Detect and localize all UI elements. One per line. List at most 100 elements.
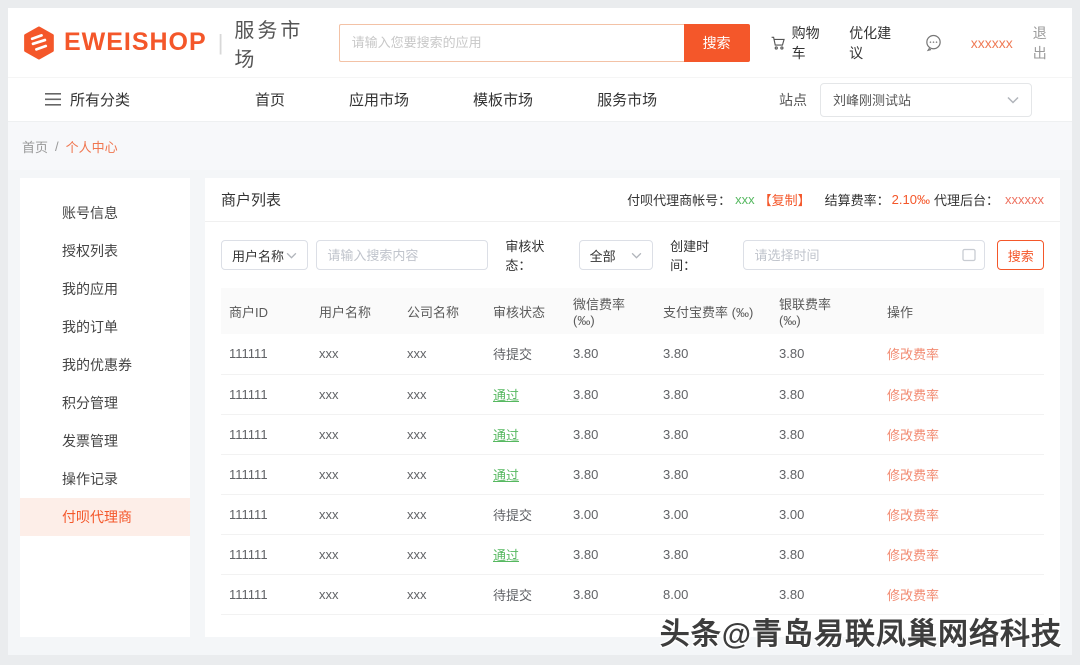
sidebar-item-2[interactable]: 我的应用 (20, 270, 190, 308)
nav-item-3[interactable]: 服务市场 (597, 89, 657, 110)
agent-backend-label: 代理后台： (934, 190, 999, 209)
search-field-value: 用户名称 (232, 246, 284, 265)
username-link[interactable]: xxxxxx (971, 35, 1013, 51)
cart-icon (770, 34, 786, 52)
logout-link[interactable]: 退出 (1033, 23, 1058, 63)
logo-divider: | (218, 30, 224, 56)
status-badge[interactable]: 通过 (493, 428, 519, 443)
site-select[interactable]: 刘峰刚测试站 (820, 83, 1032, 117)
company-name-cell: xxx (399, 574, 485, 614)
column-header-7: 操作 (879, 288, 1044, 334)
optimize-suggestion-link[interactable]: 优化建议 (849, 23, 900, 63)
company-name-cell: xxx (399, 494, 485, 534)
user-name-cell: xxx (311, 334, 399, 374)
status-badge: 待提交 (493, 588, 532, 603)
logo-text: EWEISHOP (64, 28, 207, 57)
app-search-input[interactable] (339, 24, 684, 62)
status-cell: 通过 (485, 534, 565, 574)
hamburger-icon (45, 93, 61, 106)
keyword-input[interactable] (316, 240, 488, 270)
modify-rate-link[interactable]: 修改费率 (887, 588, 939, 603)
chevron-down-icon (1007, 96, 1019, 104)
company-name-cell: xxx (399, 334, 485, 374)
sidebar-item-8[interactable]: 付呗代理商 (20, 498, 190, 536)
cart-label: 购物车 (792, 23, 830, 63)
alipay-rate-cell: 3.80 (655, 374, 771, 414)
sidebar-item-6[interactable]: 发票管理 (20, 422, 190, 460)
chevron-down-icon (286, 252, 297, 259)
table-row: 111111xxxxxx待提交3.803.803.80修改费率 (221, 334, 1044, 374)
status-badge[interactable]: 通过 (493, 388, 519, 403)
page: EWEISHOP | 服务市场 搜索 购物车 优化建议 (8, 8, 1072, 655)
modify-rate-link[interactable]: 修改费率 (887, 347, 939, 362)
logo[interactable]: EWEISHOP | 服务市场 (22, 14, 317, 72)
agent-account-value: xxx (735, 192, 755, 207)
sidebar-item-3[interactable]: 我的订单 (20, 308, 190, 346)
date-picker-input[interactable] (743, 240, 985, 270)
copy-button[interactable]: 【复制】 (759, 190, 811, 209)
sidebar-item-0[interactable]: 账号信息 (20, 194, 190, 232)
agent-info: 付呗代理商帐号： xxx 【复制】 结算费率： 2.10‰ 代理后台： xxxx… (627, 190, 1044, 209)
nav-item-0[interactable]: 首页 (255, 89, 285, 110)
modify-rate-link[interactable]: 修改费率 (887, 388, 939, 403)
unionpay-rate-cell: 3.80 (771, 374, 879, 414)
optimize-label: 优化建议 (849, 23, 900, 63)
breadcrumb: 首页 / 个人中心 (8, 122, 1072, 170)
modify-rate-link[interactable]: 修改费率 (887, 428, 939, 443)
user-name-cell: xxx (311, 454, 399, 494)
merchant-id-cell: 111111 (221, 414, 311, 454)
modify-rate-link[interactable]: 修改费率 (887, 468, 939, 483)
merchant-id-cell: 111111 (221, 494, 311, 534)
sidebar-item-7[interactable]: 操作记录 (20, 460, 190, 498)
alipay-rate-cell: 3.80 (655, 454, 771, 494)
action-cell: 修改费率 (879, 534, 1044, 574)
alipay-rate-cell: 8.00 (655, 574, 771, 614)
sidebar-item-5[interactable]: 积分管理 (20, 384, 190, 422)
nav-right: 站点 刘峰刚测试站 (779, 83, 1032, 117)
status-cell: 待提交 (485, 334, 565, 374)
merchant-table: 商户ID用户名称公司名称审核状态微信费率 (‰)支付宝费率 (‰)银联费率 (‰… (221, 288, 1044, 615)
column-header-1: 用户名称 (311, 288, 399, 334)
unionpay-rate-cell: 3.80 (771, 414, 879, 454)
table-body: 111111xxxxxx待提交3.803.803.80修改费率111111xxx… (221, 334, 1044, 614)
nav-item-1[interactable]: 应用市场 (349, 89, 409, 110)
unionpay-rate-cell: 3.80 (771, 334, 879, 374)
alipay-rate-cell: 3.00 (655, 494, 771, 534)
nav-bar: 所有分类 首页 应用市场 模板市场 服务市场 站点 刘峰刚测试站 (8, 78, 1072, 122)
modify-rate-link[interactable]: 修改费率 (887, 548, 939, 563)
action-cell: 修改费率 (879, 374, 1044, 414)
alipay-rate-cell: 3.80 (655, 534, 771, 574)
modify-rate-link[interactable]: 修改费率 (887, 508, 939, 523)
status-select[interactable]: 全部 (579, 240, 653, 270)
wechat-rate-cell: 3.80 (565, 334, 655, 374)
sidebar-item-4[interactable]: 我的优惠券 (20, 346, 190, 384)
filter-search-button[interactable]: 搜索 (997, 240, 1044, 270)
sidebar-item-1[interactable]: 授权列表 (20, 232, 190, 270)
all-categories-button[interactable]: 所有分类 (45, 89, 130, 110)
breadcrumb-current: 个人中心 (66, 137, 118, 156)
status-badge[interactable]: 通过 (493, 548, 519, 563)
agent-account-label: 付呗代理商帐号： (627, 190, 731, 209)
wechat-rate-cell: 3.80 (565, 574, 655, 614)
cart-link[interactable]: 购物车 (770, 23, 830, 63)
panel-title: 商户列表 (221, 189, 281, 210)
unionpay-rate-cell: 3.80 (771, 534, 879, 574)
nav-item-2[interactable]: 模板市场 (473, 89, 533, 110)
search-field-select[interactable]: 用户名称 (221, 240, 308, 270)
merchant-id-cell: 111111 (221, 374, 311, 414)
status-badge[interactable]: 通过 (493, 468, 519, 483)
user-name-cell: xxx (311, 494, 399, 534)
message-link[interactable] (924, 33, 949, 52)
app-search-button[interactable]: 搜索 (684, 24, 750, 62)
agent-backend-value[interactable]: xxxxxx (1005, 192, 1044, 207)
table-row: 111111xxxxxx待提交3.808.003.80修改费率 (221, 574, 1044, 614)
user-name-cell: xxx (311, 534, 399, 574)
app-search: 搜索 (339, 24, 750, 62)
action-cell: 修改费率 (879, 494, 1044, 534)
column-header-3: 审核状态 (485, 288, 565, 334)
company-name-cell: xxx (399, 374, 485, 414)
content: 账号信息授权列表我的应用我的订单我的优惠券积分管理发票管理操作记录付呗代理商 商… (8, 170, 1072, 655)
breadcrumb-home[interactable]: 首页 (22, 137, 48, 156)
table-row: 111111xxxxxx待提交3.003.003.00修改费率 (221, 494, 1044, 534)
site-label: 站点 (779, 90, 807, 110)
